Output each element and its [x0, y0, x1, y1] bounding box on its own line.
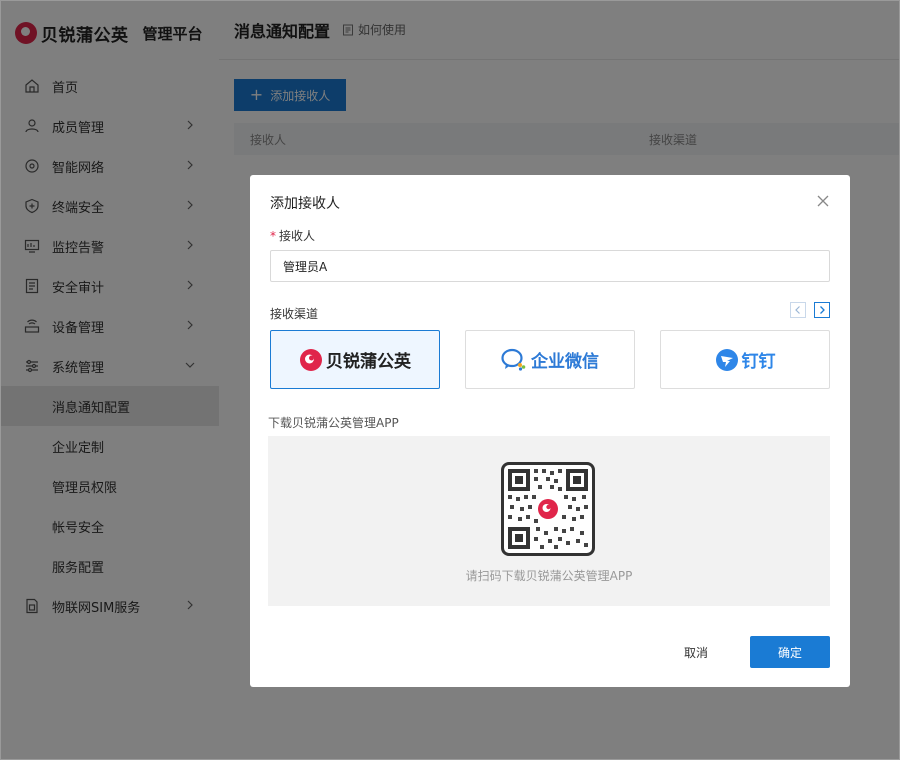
qr-panel: 请扫码下载贝锐蒲公英管理APP [268, 436, 830, 606]
confirm-button[interactable]: 确定 [750, 636, 830, 668]
chevron-right-icon [820, 306, 825, 314]
dingtalk-logo-icon [715, 348, 738, 371]
prev-page-button[interactable] [790, 302, 806, 318]
wecom-logo-icon [501, 348, 526, 371]
required-mark: * [270, 229, 276, 243]
channel-pager [790, 302, 830, 318]
next-page-button[interactable] [814, 302, 830, 318]
download-app-label: 下载贝锐蒲公英管理APP [268, 416, 399, 430]
qr-tip: 请扫码下载贝锐蒲公英管理APP [465, 569, 633, 583]
channel-name: 企业微信 [531, 352, 599, 372]
close-icon[interactable] [816, 194, 830, 208]
add-recipient-dialog: 添加接收人 *接收人 接收渠道 贝锐蒲公英 企业微信 钉钉 下载贝锐蒲公英管理A… [250, 175, 850, 687]
recipient-label-text: 接收人 [279, 229, 316, 243]
chevron-left-icon [795, 306, 800, 314]
qr-code-image [508, 469, 588, 549]
recipient-field-label: * 接收人 [270, 227, 315, 244]
channel-option-dingtalk[interactable]: 钉钉 [660, 330, 830, 389]
recipient-input[interactable] [270, 250, 830, 282]
beirui-logo-icon [300, 348, 322, 371]
channel-field-label: 接收渠道 [270, 307, 319, 321]
qr-code [501, 462, 595, 556]
channel-options: 贝锐蒲公英 企业微信 钉钉 [270, 330, 830, 390]
channel-name: 贝锐蒲公英 [326, 352, 411, 372]
cancel-button[interactable]: 取消 [664, 636, 728, 668]
channel-option-beirui[interactable]: 贝锐蒲公英 [270, 330, 440, 389]
dialog-title: 添加接收人 [270, 196, 340, 212]
channel-name: 钉钉 [741, 352, 776, 372]
channel-option-wecom[interactable]: 企业微信 [465, 330, 635, 389]
